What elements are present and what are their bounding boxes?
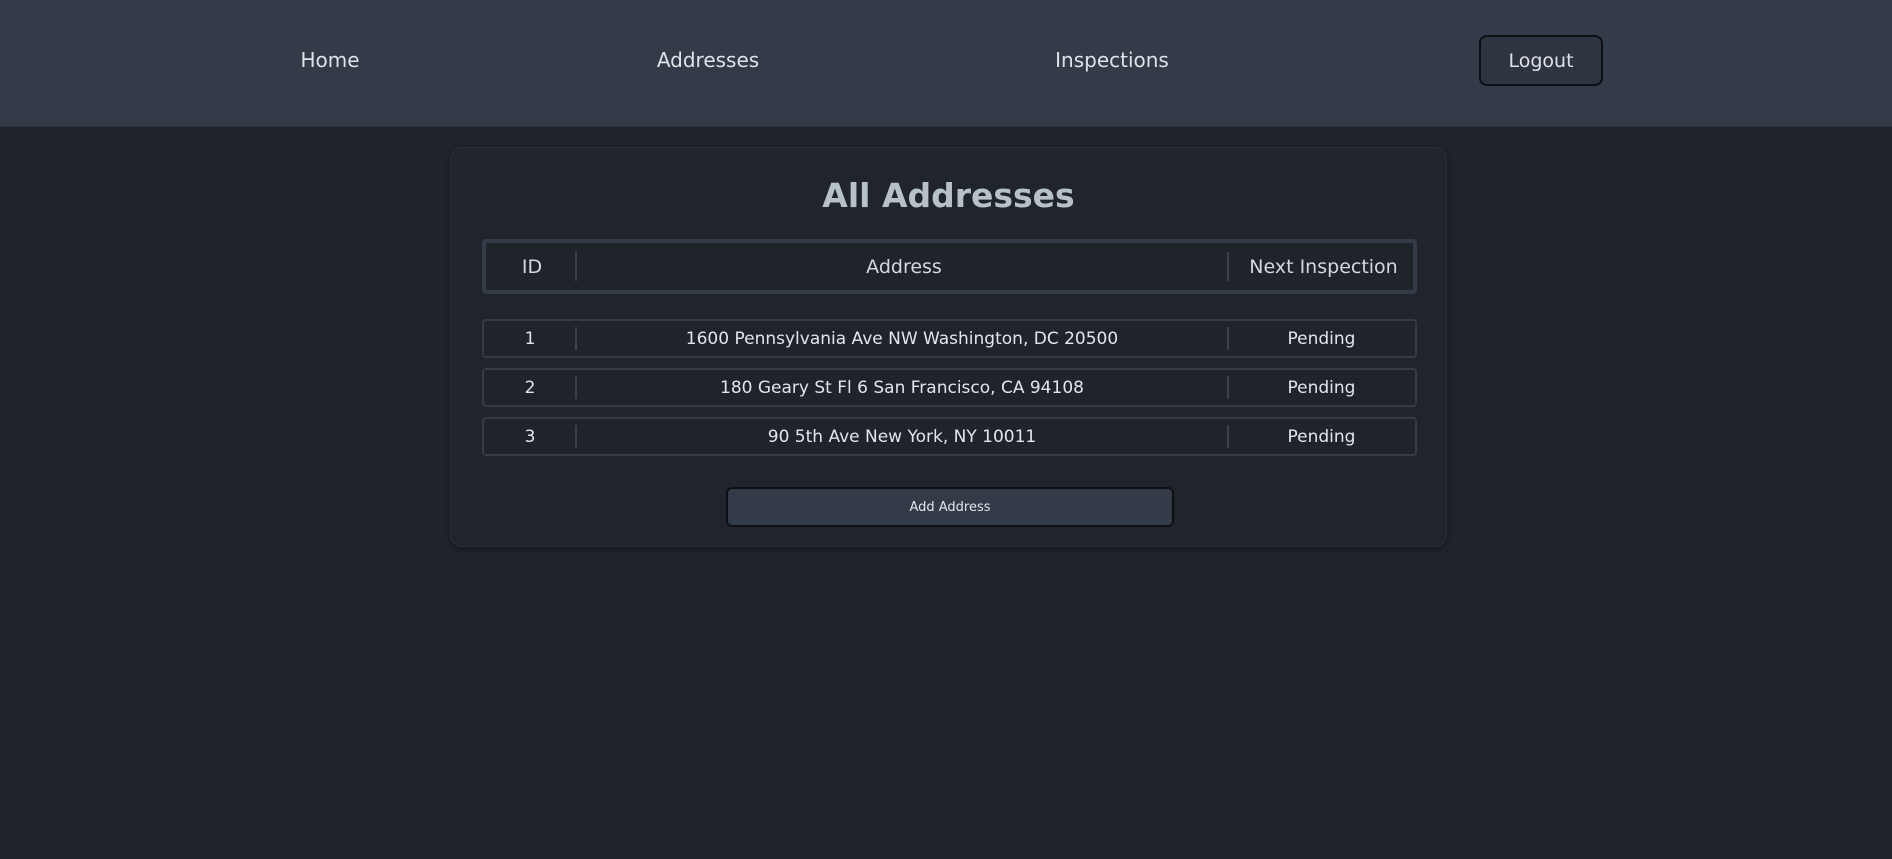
- row-next-inspection: Pending: [1287, 328, 1356, 349]
- logout-button[interactable]: Logout: [1479, 35, 1603, 86]
- column-divider: [575, 252, 577, 281]
- row-id: 1: [524, 328, 536, 349]
- nav-inspections-link[interactable]: Inspections: [1055, 48, 1169, 72]
- header-next-inspection: Next Inspection: [1249, 255, 1398, 278]
- row-address: 1600 Pennsylvania Ave NW Washington, DC …: [685, 328, 1119, 349]
- table-header: ID Address Next Inspection: [482, 239, 1417, 294]
- row-address: 180 Geary St Fl 6 San Francisco, CA 9410…: [720, 377, 1084, 398]
- add-address-button[interactable]: Add Address: [726, 487, 1174, 527]
- row-address: 90 5th Ave New York, NY 10011: [767, 426, 1037, 447]
- table-row[interactable]: 1 1600 Pennsylvania Ave NW Washington, D…: [482, 319, 1417, 358]
- top-navbar: Home Addresses Inspections Logout: [0, 0, 1892, 127]
- page-title: All Addresses: [822, 176, 1075, 215]
- row-next-inspection: Pending: [1287, 377, 1356, 398]
- table-row[interactable]: 3 90 5th Ave New York, NY 10011 Pending: [482, 417, 1417, 456]
- addresses-card: All Addresses ID Address Next Inspection…: [450, 147, 1447, 547]
- row-id: 3: [524, 426, 536, 447]
- row-id: 2: [524, 377, 536, 398]
- table-row[interactable]: 2 180 Geary St Fl 6 San Francisco, CA 94…: [482, 368, 1417, 407]
- header-address: Address: [866, 255, 942, 278]
- header-id: ID: [521, 255, 543, 278]
- nav-addresses-link[interactable]: Addresses: [657, 48, 759, 72]
- column-divider: [1227, 252, 1229, 281]
- row-next-inspection: Pending: [1287, 426, 1356, 447]
- nav-home-link[interactable]: Home: [300, 48, 359, 72]
